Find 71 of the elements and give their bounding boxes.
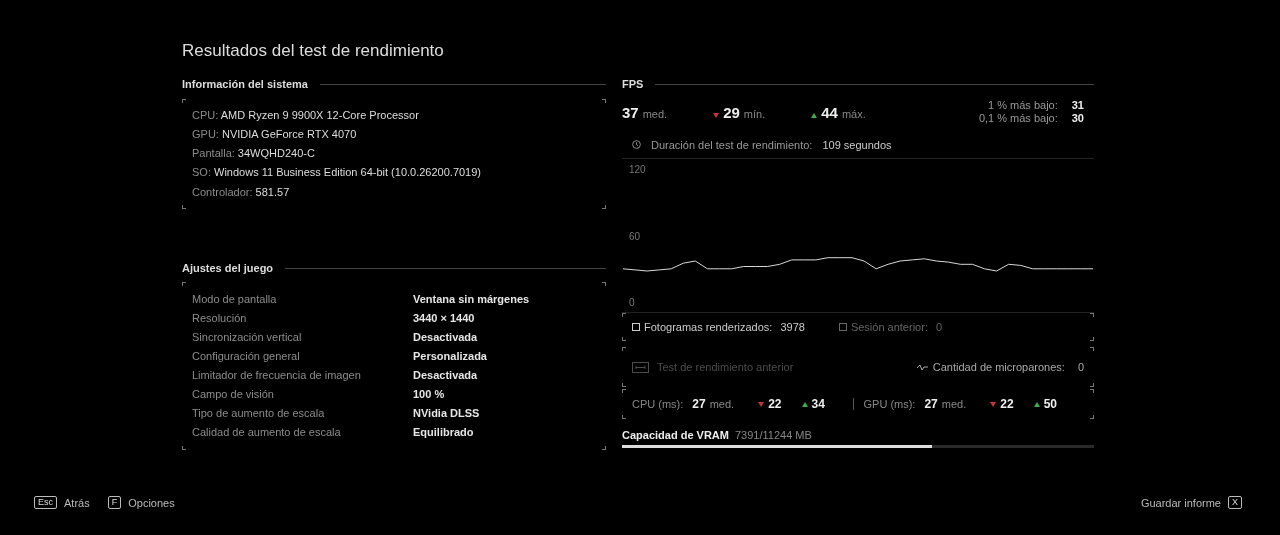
toggle-icon [632, 361, 649, 373]
setting-value: Desactivada [413, 330, 479, 345]
duration-label: Duración del test de rendimiento: [651, 138, 813, 151]
pulse-icon [916, 363, 928, 371]
down-triangle-icon [758, 401, 765, 407]
setting-label: Tipo de aumento de escala [192, 406, 326, 421]
y-tick-label: 0 [629, 297, 635, 308]
frametime-value: 27 [924, 397, 938, 411]
key-cap: X [1228, 496, 1242, 509]
fps-unit: med. [642, 107, 668, 120]
microstutter-label: Cantidad de microparones: [932, 361, 1065, 373]
setting-value: Ventana sin márgenes [413, 292, 531, 307]
fps-unit: máx. [841, 107, 866, 120]
setting-value: Personalizada [413, 349, 488, 364]
microstutter-value: 0 [1077, 361, 1084, 373]
frametime-value: 27 [692, 397, 706, 411]
frametime-unit: med. [941, 398, 967, 410]
up-triangle-icon [1033, 401, 1040, 407]
setting-label: Calidad de aumento de escala [192, 425, 342, 440]
vram-value: 7391/11244 MB [734, 429, 812, 441]
low-value: 30 [1071, 112, 1084, 125]
legend-item: Fotogramas renderizados: 3978 [632, 321, 805, 333]
page-title: Resultados del test de rendimiento [182, 40, 445, 62]
down-triangle-icon [713, 112, 720, 118]
setting-label: Modo de pantalla [192, 292, 278, 307]
key-cap: F [107, 496, 122, 509]
clock-icon [632, 140, 641, 149]
up-triangle-icon [811, 112, 818, 118]
frametime-unit: med. [709, 398, 735, 410]
footer-action[interactable]: Guardar informe [1140, 496, 1221, 509]
setting-label: Configuración general [192, 349, 301, 364]
frametime-label: CPU (ms): [632, 398, 684, 410]
fps-value: 44 [821, 103, 838, 121]
frametime-value: 34 [811, 397, 825, 411]
setting-value: NVidia DLSS [413, 406, 481, 421]
system-info-line: CPU: AMD Ryzen 9 9900X 12-Core Processor [192, 108, 420, 123]
system-info-line: Pantalla: 34WQHD240-C [192, 147, 316, 161]
fps-unit: mín. [743, 107, 766, 120]
system-info-line: SO: Windows 11 Business Edition 64-bit (10.0.26200.7019) [192, 166, 483, 180]
setting-value: 3440 × 1440 [413, 311, 476, 326]
setting-value: Desactivada [413, 368, 479, 383]
frametime-value: 22 [768, 397, 782, 411]
setting-label: Campo de visión [192, 387, 275, 402]
footer-action[interactable]: Atrás [64, 496, 90, 509]
section-heading: Ajustes del juego [182, 262, 274, 274]
system-info-line: Controlador: 581.57 [192, 185, 291, 200]
system-info-line: GPU: NVIDIA GeForce RTX 4070 [192, 128, 358, 142]
legend-item: Sesión anterior: 0 [838, 321, 943, 333]
section-heading: Información del sistema [182, 78, 308, 90]
footer-action[interactable]: Opciones [128, 496, 175, 509]
section-heading: FPS [622, 78, 644, 90]
low-label: 1 % más bajo: [987, 99, 1058, 112]
fps-value: 37 [622, 103, 639, 121]
up-triangle-icon [801, 401, 808, 407]
duration-value: 109 segundos [822, 138, 892, 151]
frametime-label: GPU (ms): [863, 398, 916, 410]
fps-value: 29 [723, 103, 740, 121]
setting-value: 100 % [413, 387, 446, 402]
setting-value: Equilibrado [413, 425, 475, 440]
vram-label: Capacidad de VRAM [622, 429, 729, 441]
frametime-value: 22 [1000, 397, 1014, 411]
frametime-value: 50 [1043, 397, 1057, 411]
setting-label: Resolución [192, 311, 248, 326]
low-label: 0,1 % más bajo: [978, 112, 1058, 125]
y-tick-label: 60 [629, 230, 641, 242]
down-triangle-icon [990, 401, 997, 407]
low-value: 31 [1071, 99, 1084, 112]
key-cap: Esc [34, 496, 57, 509]
setting-label: Sincronización vertical [192, 330, 303, 345]
y-tick-label: 120 [629, 164, 646, 175]
setting-label: Limitador de frecuencia de imagen [192, 368, 362, 383]
